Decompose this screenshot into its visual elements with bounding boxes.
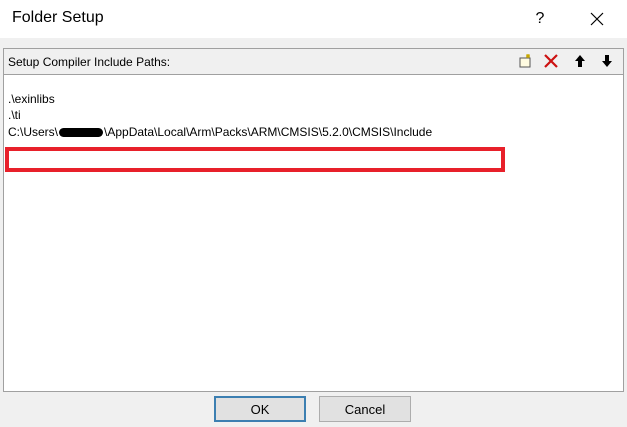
cancel-button[interactable]: Cancel (319, 396, 411, 422)
help-button[interactable]: ? (520, 0, 560, 38)
new-folder-icon (519, 54, 530, 68)
move-down-button[interactable] (596, 51, 617, 71)
title-bar: Folder Setup ? (0, 0, 627, 38)
red-highlight-box (5, 147, 505, 172)
path-prefix: C:\Users\ (8, 125, 59, 139)
path-item-highlighted[interactable]: C:\Users\ \AppData\Local\Arm\Packs\ARM\CM… (8, 125, 432, 140)
delete-icon (543, 54, 558, 68)
dialog-body: Setup Compiler Include Paths: .\exinlibs… (0, 38, 627, 427)
close-icon (590, 12, 604, 26)
move-up-button[interactable] (569, 51, 590, 71)
new-path-button[interactable] (514, 51, 535, 71)
include-paths-list[interactable]: .\exinlibs .\ti C:\Users\ \AppData\Local\… (4, 75, 623, 391)
redacted-username (59, 128, 104, 138)
folder-setup-dialog: Folder Setup ? Setup Compiler Include Pa… (0, 0, 627, 427)
path-suffix: \AppData\Local\Arm\Packs\ARM\CMSIS\5.2.0… (104, 125, 433, 139)
move-down-icon (601, 55, 612, 67)
close-button[interactable] (573, 0, 621, 38)
group-label: Setup Compiler Include Paths: (8, 55, 171, 69)
ok-button[interactable]: OK (214, 396, 306, 422)
include-paths-group: Setup Compiler Include Paths: .\exinlibs… (3, 48, 624, 392)
delete-path-button[interactable] (540, 51, 561, 71)
move-up-icon (574, 55, 585, 67)
window-title: Folder Setup (12, 9, 104, 26)
group-header: Setup Compiler Include Paths: (4, 49, 623, 75)
path-item[interactable]: .\exinlibs (8, 92, 55, 107)
path-item[interactable]: .\ti (8, 108, 21, 123)
